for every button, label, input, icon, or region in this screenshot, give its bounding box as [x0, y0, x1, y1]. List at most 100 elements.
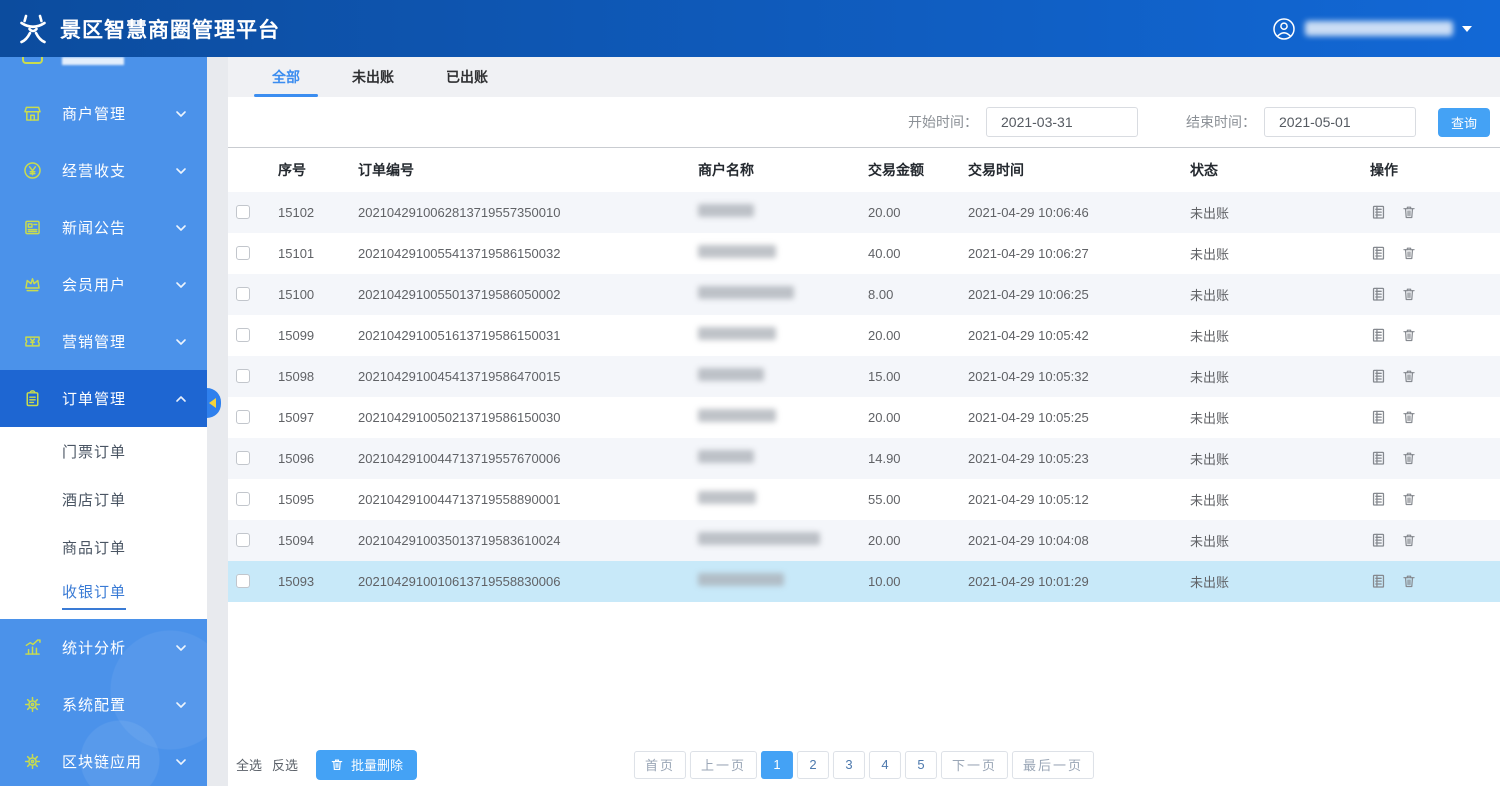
delete-row-button[interactable]: [1401, 244, 1418, 262]
view-detail-button[interactable]: [1370, 285, 1387, 303]
view-detail-button[interactable]: [1370, 449, 1387, 467]
invert-selection-link[interactable]: 反选: [272, 755, 298, 774]
view-detail-button[interactable]: [1370, 203, 1387, 221]
chevron-down-icon: [175, 108, 187, 120]
cell-merchant-redacted: [698, 479, 868, 520]
batch-delete-label: 批量删除: [351, 755, 403, 774]
cell-merchant-redacted: [698, 438, 868, 479]
chevron-down-icon: [175, 279, 187, 291]
table-row[interactable]: 15096202104291004471371955767000614.9020…: [228, 438, 1500, 479]
pagination-page-1[interactable]: 1: [761, 751, 793, 779]
delete-row-button[interactable]: [1401, 449, 1418, 467]
delete-icon: [1401, 285, 1417, 303]
table-row[interactable]: 15098202104291004541371958647001515.0020…: [228, 356, 1500, 397]
pagination-page-5[interactable]: 5: [905, 751, 937, 779]
sidebar-subitem-label: 酒店订单: [62, 489, 126, 510]
row-checkbox[interactable]: [236, 533, 250, 547]
row-checkbox[interactable]: [236, 287, 250, 301]
col-status: 状态: [1190, 148, 1370, 192]
row-checkbox[interactable]: [236, 205, 250, 219]
pagination-prev[interactable]: 上一页: [690, 751, 757, 779]
cell-merchant-redacted: [698, 274, 868, 315]
sidebar-subitem-cashier-orders[interactable]: 收银订单: [0, 571, 207, 619]
cell-status: 未出账: [1190, 397, 1370, 438]
view-detail-button[interactable]: [1370, 531, 1387, 549]
pagination-page-2[interactable]: 2: [797, 751, 829, 779]
cell-merchant-redacted: [698, 561, 868, 602]
row-checkbox[interactable]: [236, 492, 250, 506]
delete-row-button[interactable]: [1401, 408, 1418, 426]
row-checkbox[interactable]: [236, 328, 250, 342]
table-row[interactable]: 1510020210429100550137195860500028.00202…: [228, 274, 1500, 315]
table-header-row: 序号 订单编号 商户名称 交易金额 交易时间 状态 操作: [228, 148, 1500, 192]
view-detail-button[interactable]: [1370, 572, 1387, 590]
cell-time: 2021-04-29 10:05:23: [968, 438, 1190, 479]
pagination-page-3[interactable]: 3: [833, 751, 865, 779]
sidebar-subitem-goods-orders[interactable]: 商品订单: [0, 523, 207, 571]
chevron-down-icon: [175, 336, 187, 348]
row-checkbox[interactable]: [236, 246, 250, 260]
delete-row-button[interactable]: [1401, 531, 1418, 549]
tab-billed[interactable]: 已出账: [420, 57, 514, 97]
chevron-up-icon: [175, 393, 187, 405]
sidebar-item-marketing-management[interactable]: 营销管理: [0, 313, 207, 370]
user-menu[interactable]: [1272, 0, 1472, 57]
sidebar-item-order-management[interactable]: 订单管理: [0, 370, 207, 427]
pagination-last[interactable]: 最后一页: [1012, 751, 1094, 779]
select-all-link[interactable]: 全选: [236, 755, 262, 774]
sidebar-item-system-config[interactable]: 系统配置: [0, 676, 207, 733]
delete-row-button[interactable]: [1401, 367, 1418, 385]
sidebar-item-statistics-analysis[interactable]: 统计分析: [0, 619, 207, 676]
sidebar-item-news-announcements[interactable]: 新闻公告: [0, 199, 207, 256]
search-button[interactable]: 查询: [1438, 108, 1490, 137]
table-row[interactable]: 15099202104291005161371958615003120.0020…: [228, 315, 1500, 356]
cell-seq: 15096: [278, 438, 358, 479]
table-row[interactable]: 15101202104291005541371958615003240.0020…: [228, 233, 1500, 274]
cell-amount: 40.00: [868, 233, 968, 274]
sidebar-item-member-users[interactable]: 会员用户: [0, 256, 207, 313]
row-checkbox[interactable]: [236, 369, 250, 383]
pagination-first[interactable]: 首页: [634, 751, 686, 779]
end-date-input[interactable]: [1264, 107, 1416, 137]
sidebar-item-blockchain-apps[interactable]: 区块链应用: [0, 733, 207, 786]
delete-row-button[interactable]: [1401, 326, 1418, 344]
pagination-page-4[interactable]: 4: [869, 751, 901, 779]
view-detail-button[interactable]: [1370, 244, 1387, 262]
sidebar-subitem-hotel-orders[interactable]: 酒店订单: [0, 475, 207, 523]
tab-all[interactable]: 全部: [246, 57, 326, 97]
view-detail-button[interactable]: [1370, 326, 1387, 344]
sidebar-subitem-ticket-orders[interactable]: 门票订单: [0, 427, 207, 475]
batch-delete-button[interactable]: 批量删除: [316, 750, 417, 780]
main-content: 全部未出账已出账 开始时间： 结束时间： 查询 序号 订单编号 商户名称 交易金…: [228, 57, 1500, 786]
view-detail-button[interactable]: [1370, 367, 1387, 385]
col-amount: 交易金额: [868, 148, 968, 192]
filter-bar: 开始时间： 结束时间： 查询: [228, 97, 1500, 147]
row-checkbox[interactable]: [236, 410, 250, 424]
start-date-input[interactable]: [986, 107, 1138, 137]
table-row[interactable]: 15093202104291001061371955883000610.0020…: [228, 561, 1500, 602]
sidebar-item-clipped[interactable]: [0, 57, 207, 67]
view-detail-button[interactable]: [1370, 408, 1387, 426]
table-row[interactable]: 15097202104291005021371958615003020.0020…: [228, 397, 1500, 438]
sidebar-item-merchant-management[interactable]: 商户管理: [0, 85, 207, 142]
sidebar-collapse-handle[interactable]: [207, 388, 221, 418]
delete-row-button[interactable]: [1401, 490, 1418, 508]
cell-merchant-redacted: [698, 356, 868, 397]
tab-unbilled[interactable]: 未出账: [326, 57, 420, 97]
delete-icon: [1401, 367, 1417, 385]
pagination-next[interactable]: 下一页: [941, 751, 1008, 779]
delete-row-button[interactable]: [1401, 285, 1418, 303]
row-checkbox[interactable]: [236, 451, 250, 465]
row-checkbox[interactable]: [236, 574, 250, 588]
view-detail-button[interactable]: [1370, 490, 1387, 508]
table-row[interactable]: 15094202104291003501371958361002420.0020…: [228, 520, 1500, 561]
table-row[interactable]: 15095202104291004471371955889000155.0020…: [228, 479, 1500, 520]
sidebar-item-business-finance[interactable]: 经营收支: [0, 142, 207, 199]
delete-row-button[interactable]: [1401, 203, 1418, 221]
cell-order-no: 2021042910010613719558830006: [358, 561, 698, 602]
col-time: 交易时间: [968, 148, 1190, 192]
delete-icon: [1401, 408, 1417, 426]
table-row[interactable]: 15102202104291006281371955735001020.0020…: [228, 192, 1500, 233]
delete-row-button[interactable]: [1401, 572, 1418, 590]
gear-icon: [22, 694, 43, 715]
